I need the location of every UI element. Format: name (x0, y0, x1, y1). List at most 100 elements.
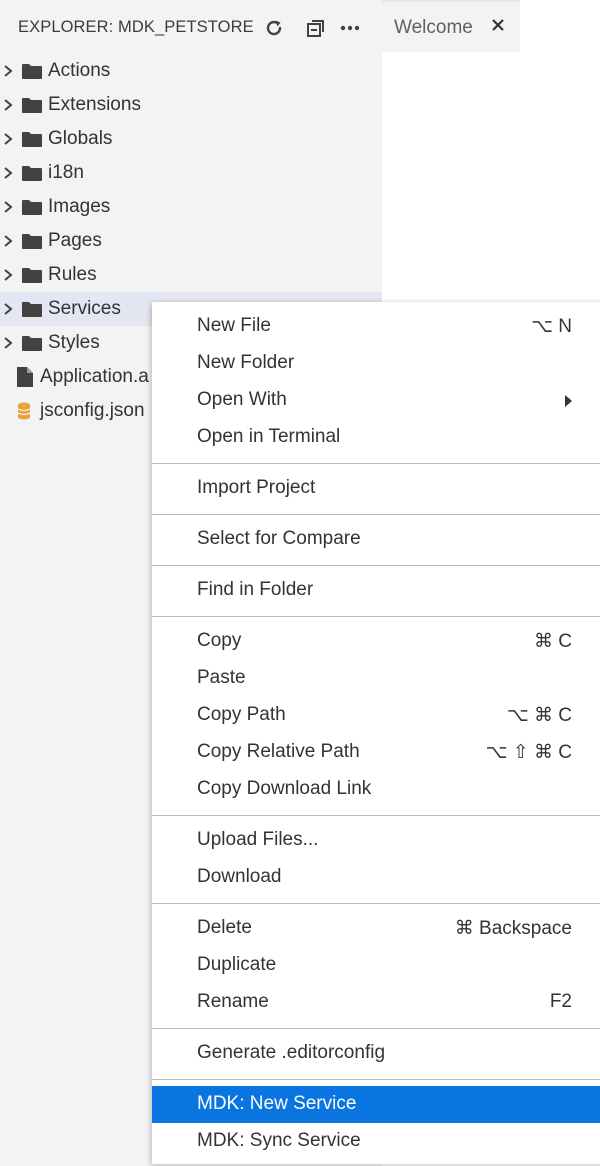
tree-item-label: Pages (48, 230, 102, 251)
menu-item-mdk-sync-service[interactable]: MDK: Sync Service (152, 1123, 600, 1160)
explorer-header: EXPLORER: MDK_PETSTORE (0, 0, 382, 56)
folder-icon (22, 63, 42, 79)
chevron-right-icon[interactable] (2, 166, 14, 180)
tree-folder-pages[interactable]: Pages (0, 224, 382, 258)
menu-item-open-with[interactable]: Open With (152, 382, 600, 419)
tree-item-label: Globals (48, 128, 113, 149)
menu-item-label: Download (197, 866, 282, 887)
menu-item-label: Paste (197, 667, 246, 688)
tab-welcome[interactable]: Welcome (382, 0, 520, 52)
menu-item-label: Copy Relative Path (197, 741, 360, 762)
tree-folder-rules[interactable]: Rules (0, 258, 382, 292)
menu-item-shortcut: ⌥ ⌘ C (506, 705, 572, 726)
chevron-right-icon[interactable] (2, 132, 14, 146)
tree-item-label: jsconfig.json (40, 400, 145, 421)
json-icon (17, 402, 31, 420)
chevron-right-icon[interactable] (2, 64, 14, 78)
menu-item-find-in-folder[interactable]: Find in Folder (152, 572, 600, 609)
tree-item-label: Extensions (48, 94, 141, 115)
menu-item-import-project[interactable]: Import Project (152, 470, 600, 507)
menu-item-new-folder[interactable]: New Folder (152, 345, 600, 382)
menu-item-copy-relative-path[interactable]: Copy Relative Path ⌥ ⇧ ⌘ C (152, 734, 600, 771)
menu-item-upload-files[interactable]: Upload Files... (152, 822, 600, 859)
folder-icon (22, 267, 42, 283)
editor-tabbar: Welcome (382, 0, 600, 52)
menu-item-shortcut: ⌥ N (531, 316, 572, 337)
menu-item-label: New Folder (197, 352, 295, 373)
explorer-title: EXPLORER: MDK_PETSTORE (18, 18, 254, 36)
folder-icon (22, 335, 42, 351)
menu-item-label: MDK: Sync Service (197, 1130, 361, 1151)
folder-icon (22, 301, 42, 317)
folder-icon (22, 199, 42, 215)
context-menu: New File ⌥ N New Folder Open With Open in Te… (152, 302, 600, 1164)
menu-item-generate-editorconfig[interactable]: Generate .editorconfig (152, 1035, 600, 1072)
menu-item-shortcut: ⌘ C (534, 631, 572, 652)
menu-item-rename[interactable]: Rename F2 (152, 984, 600, 1021)
tab-label: Welcome (394, 17, 473, 38)
folder-icon (22, 165, 42, 181)
menu-separator (152, 565, 600, 566)
menu-item-label: Select for Compare (197, 528, 361, 549)
tree-folder-extensions[interactable]: Extensions (0, 88, 382, 122)
menu-item-label: Find in Folder (197, 579, 314, 600)
menu-item-copy-download-link[interactable]: Copy Download Link (152, 771, 600, 808)
menu-item-open-in-terminal[interactable]: Open in Terminal (152, 419, 600, 456)
menu-item-duplicate[interactable]: Duplicate (152, 947, 600, 984)
tree-item-label: Styles (48, 332, 100, 353)
menu-item-label: Rename (197, 991, 269, 1012)
menu-item-shortcut: ⌘ Backspace (454, 918, 572, 939)
menu-item-label: Import Project (197, 477, 316, 498)
file-icon (16, 366, 34, 388)
tree-folder-globals[interactable]: Globals (0, 122, 382, 156)
collapse-all-icon[interactable] (304, 16, 328, 40)
menu-item-download[interactable]: Download (152, 859, 600, 896)
menu-item-label: Delete (197, 917, 252, 938)
menu-item-paste[interactable]: Paste (152, 660, 600, 697)
folder-icon (22, 233, 42, 249)
menu-item-label: Duplicate (197, 954, 277, 975)
menu-separator (152, 903, 600, 904)
chevron-right-icon[interactable] (2, 268, 14, 282)
menu-item-label: Open With (197, 389, 287, 410)
tree-folder-images[interactable]: Images (0, 190, 382, 224)
tree-item-label: Application.a (40, 366, 149, 387)
menu-separator (152, 1028, 600, 1029)
menu-item-label: Open in Terminal (197, 426, 341, 447)
tree-item-label: Actions (48, 60, 111, 81)
menu-item-label: Generate .editorconfig (197, 1042, 386, 1063)
menu-separator (152, 514, 600, 515)
more-icon[interactable] (338, 16, 362, 40)
close-icon[interactable] (488, 15, 508, 35)
chevron-right-icon[interactable] (2, 336, 14, 350)
chevron-right-icon[interactable] (2, 302, 14, 316)
menu-item-label: Upload Files... (197, 829, 319, 850)
tree-item-label: Rules (48, 264, 97, 285)
menu-item-label: MDK: New Service (197, 1093, 357, 1114)
menu-item-label: Copy Download Link (197, 778, 372, 799)
chevron-right-icon[interactable] (2, 234, 14, 248)
menu-item-copy[interactable]: Copy ⌘ C (152, 623, 600, 660)
chevron-right-icon[interactable] (2, 98, 14, 112)
chevron-right-icon[interactable] (2, 200, 14, 214)
menu-item-select-for-compare[interactable]: Select for Compare (152, 521, 600, 558)
folder-icon (22, 131, 42, 147)
refresh-icon[interactable] (262, 16, 286, 40)
menu-item-label: New File (197, 315, 271, 336)
menu-item-new-file[interactable]: New File ⌥ N (152, 308, 600, 345)
tree-folder-i18n[interactable]: i18n (0, 156, 382, 190)
menu-item-label: Copy Path (197, 704, 286, 725)
menu-separator (152, 815, 600, 816)
menu-item-shortcut: ⌥ ⇧ ⌘ C (485, 742, 572, 763)
menu-item-copy-path[interactable]: Copy Path ⌥ ⌘ C (152, 697, 600, 734)
menu-item-mdk-new-service[interactable]: MDK: New Service (152, 1086, 600, 1123)
folder-icon (22, 97, 42, 113)
menu-item-shortcut: F2 (549, 991, 572, 1012)
menu-separator (152, 463, 600, 464)
tree-item-label: i18n (48, 162, 84, 183)
menu-item-delete[interactable]: Delete ⌘ Backspace (152, 910, 600, 947)
tree-item-label: Images (48, 196, 111, 217)
tree-item-label: Services (48, 298, 121, 319)
tree-folder-actions[interactable]: Actions (0, 54, 382, 88)
submenu-arrow-icon (565, 395, 572, 407)
